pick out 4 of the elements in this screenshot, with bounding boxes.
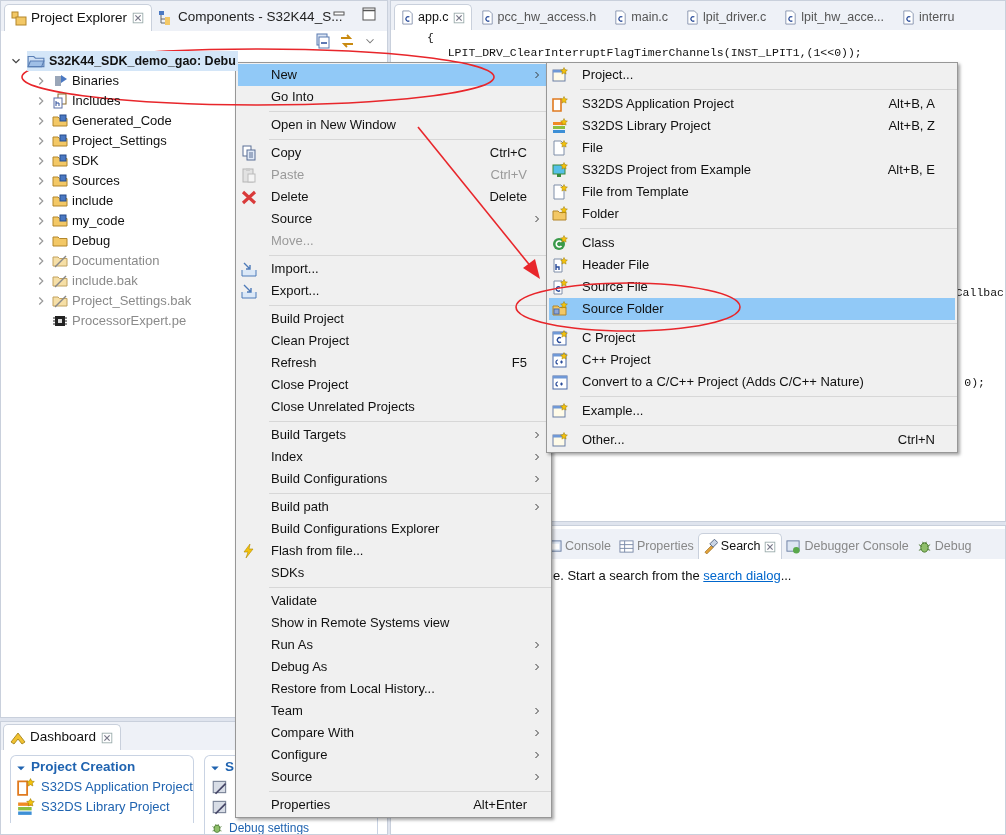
search-message: e. Start a search from the search dialog...: [553, 567, 793, 585]
code-line: {: [427, 29, 434, 46]
code-line: 0);: [964, 374, 985, 391]
code-line: LPIT_DRV_ClearInterruptFlagTimerChannels(INST_LPIT1,(1<<0));: [446, 44, 862, 61]
